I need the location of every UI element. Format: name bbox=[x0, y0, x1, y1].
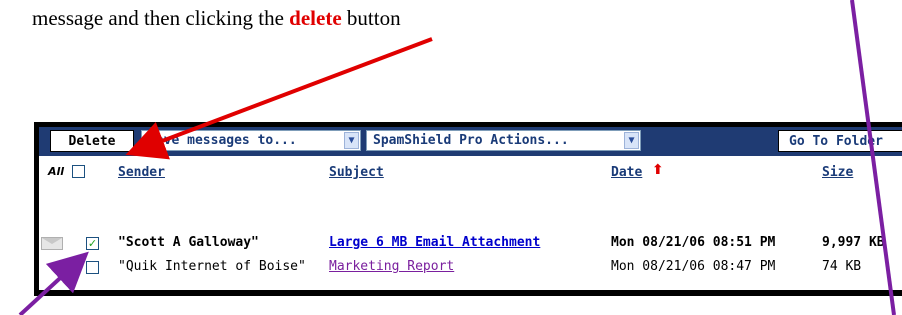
annotation-overlay bbox=[18, 0, 896, 315]
purple-arrow-checkbox bbox=[18, 251, 89, 315]
purple-line-right bbox=[850, 0, 896, 315]
red-arrow bbox=[125, 37, 433, 160]
